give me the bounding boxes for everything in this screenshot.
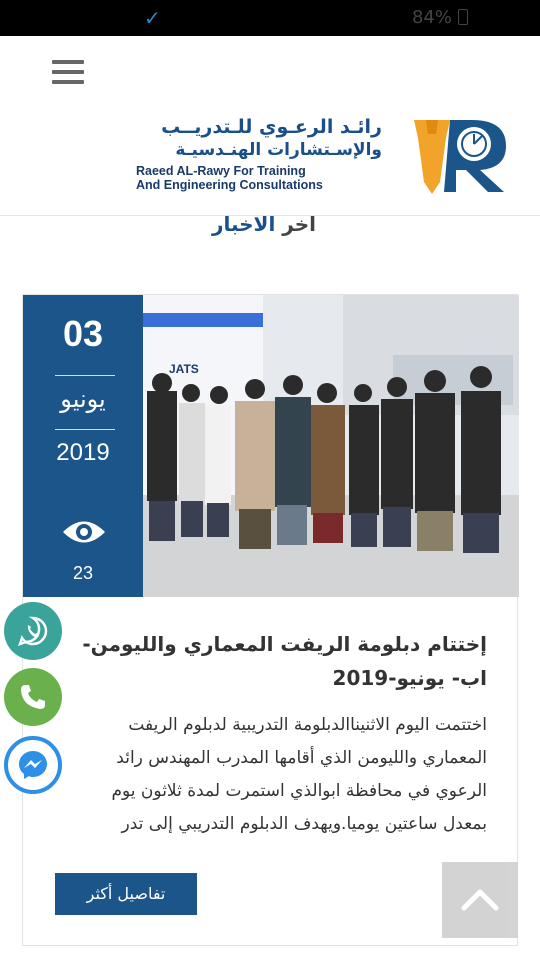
more-details-button[interactable]: تفاصيل أكثر [55,873,197,915]
date-divider [55,429,115,430]
battery-level: 84% [411,7,452,28]
chevron-up-icon [461,889,499,911]
menu-icon[interactable] [52,60,84,86]
photo-sign-text: JATS [169,362,199,376]
date-year: 2019 [56,439,110,466]
logo-text-en-line1: Raeed AL-Rawy For Training [136,164,306,178]
logo-mark-icon [414,120,506,194]
site-header: رائـد الرعـوي للـتدريــب والإسـتشارات ال… [0,36,540,216]
group-photo: JATS [143,295,519,597]
views-count: 23 [72,563,94,583]
logo-text-ar-line2: والإسـتشارات الهنـدسيـة [175,140,382,160]
excerpt-line: المعماري والليومن الذي أقامها المدرب الم… [116,748,487,768]
eye-icon [63,521,105,543]
phone-button[interactable] [4,668,62,726]
excerpt-line: بمعدل ساعتين يوميا.ويهدف الدبلوم التدريب… [121,814,487,834]
site-logo[interactable]: رائـد الرعـوي للـتدريــب والإسـتشارات ال… [136,114,516,198]
logo-text-en-line2: And Engineering Consultations [136,178,323,192]
news-card: JATS 03 يونيو 2019 23 إختتام دبلومة الري… [22,294,519,946]
date-divider [55,375,115,376]
post-excerpt: اختتمت اليوم الاثنيناالدبلومة التدريبية … [17,709,487,849]
excerpt-line: اختتمت اليوم الاثنيناالدبلومة التدريبية … [128,715,487,735]
whatsapp-icon [18,616,48,646]
check-icon: ✓ [144,6,161,30]
date-month: يونيو [60,385,106,413]
whatsapp-button[interactable] [4,602,62,660]
scroll-to-top-button[interactable] [442,862,518,938]
logo-text-ar-line1: رائـد الرعـوي للـتدريــب [161,116,382,138]
section-title-accent: الاخبار [211,212,276,236]
battery-icon [458,9,468,25]
post-title[interactable]: إختتام دبلومة الريفت المعماري والليومن-ا… [57,627,487,695]
date-day: 03 [62,313,104,354]
excerpt-line: الرعوي في محافظة ابوالذي استمرت لمدة ثلا… [111,781,487,801]
messenger-icon [19,751,47,779]
status-bar: ✓ 84% [0,0,540,36]
section-title: اخر الاخبار [212,212,316,236]
messenger-button[interactable] [4,736,62,794]
news-photo[interactable]: JATS [143,295,519,597]
date-badge: 03 يونيو 2019 23 [23,295,143,597]
section-title-prefix: اخر [275,212,316,236]
phone-icon [21,685,45,709]
